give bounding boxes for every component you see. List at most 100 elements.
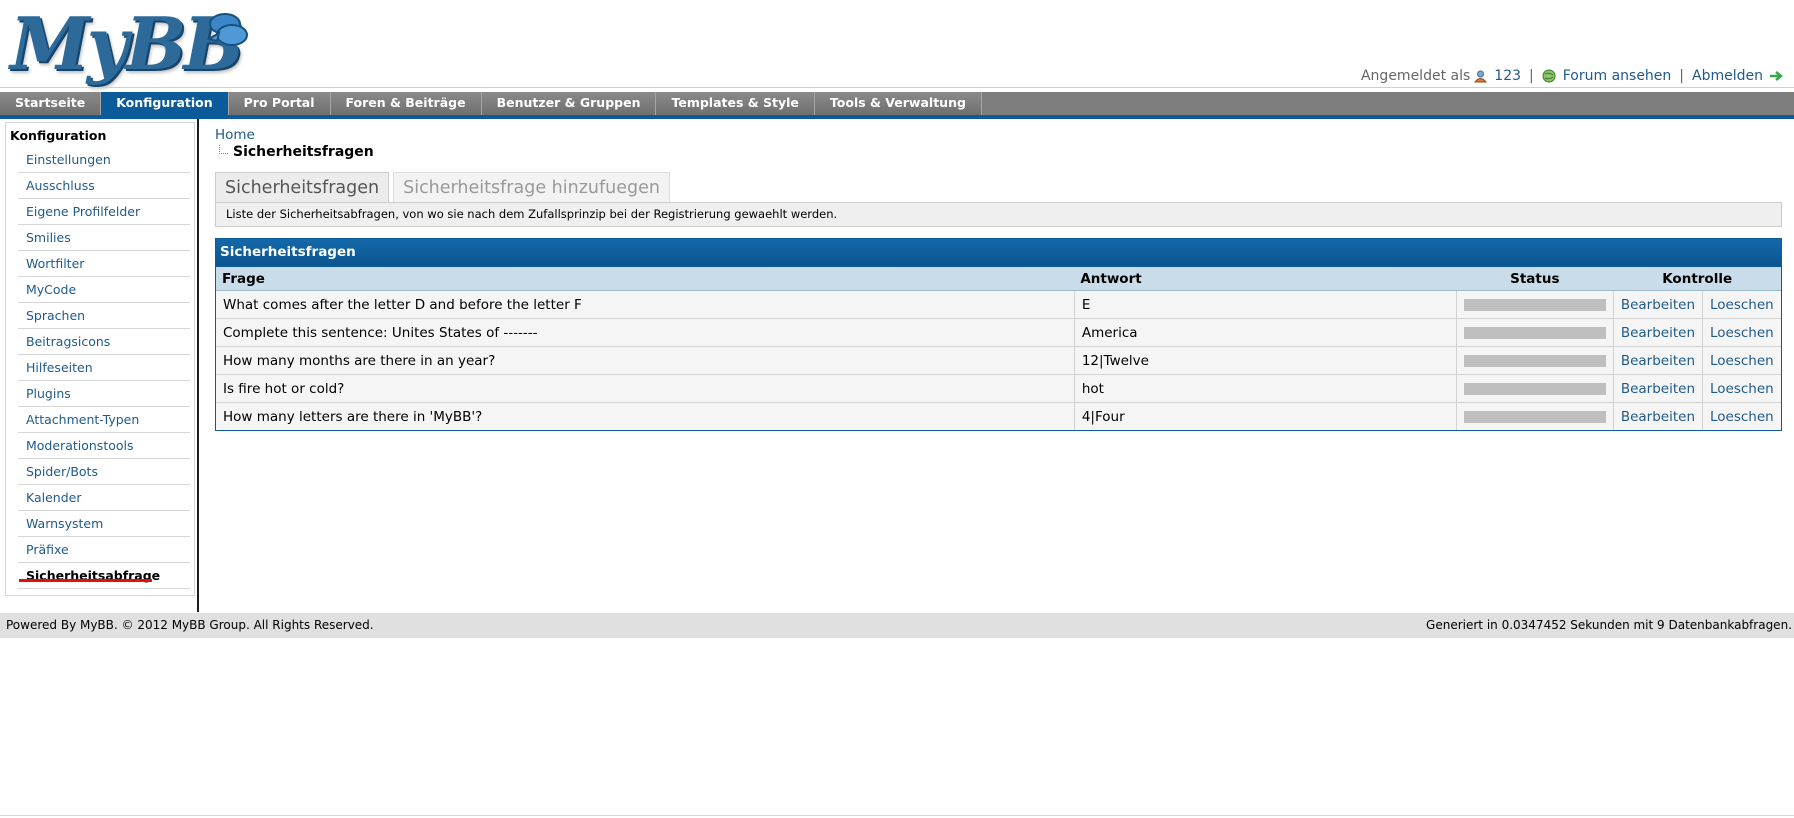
table-row: How many months are there in an year? 12…: [216, 346, 1781, 375]
sidebar-item-label[interactable]: Sprachen: [26, 308, 85, 323]
header-divider: [0, 87, 1794, 88]
status-cell: [1455, 374, 1614, 403]
status-cell: [1455, 346, 1614, 375]
logged-in-label: Angemeldet als: [1360, 68, 1471, 84]
tab-sicherheitsfrage-hinzufuegen[interactable]: Sicherheitsfrage hinzufuegen: [393, 172, 670, 202]
sidebar-item-kalender[interactable]: Kalender: [18, 485, 190, 511]
sidebar-item-label[interactable]: Attachment-Typen: [26, 412, 139, 427]
sidebar-item-attachment-typen[interactable]: Attachment-Typen: [18, 407, 190, 433]
sidebar-item-hilfeseiten[interactable]: Hilfeseiten: [18, 355, 190, 381]
main-menu: Startseite Konfiguration Pro Portal Fore…: [0, 92, 1794, 119]
header-answer: Antwort: [1074, 266, 1457, 291]
sidebar-item-label[interactable]: Plugins: [26, 386, 71, 401]
table-row: What comes after the letter D and before…: [216, 290, 1781, 319]
mybb-logo[interactable]: MyBB: [8, 5, 248, 83]
tab-description: Liste der Sicherheitsabfragen, von wo si…: [215, 202, 1782, 227]
question-cell: Is fire hot or cold?: [216, 374, 1075, 403]
sidebar-item-plugins[interactable]: Plugins: [18, 381, 190, 407]
sidebar-item-label[interactable]: Präfixe: [26, 542, 69, 557]
sidebar-item-profilfelder[interactable]: Eigene Profilfelder: [18, 199, 190, 225]
sidebar-menu: Konfiguration Einstellungen Ausschluss E…: [5, 122, 195, 596]
answer-cell: 12|Twelve: [1073, 346, 1457, 375]
question-cell: How many months are there in an year?: [216, 346, 1075, 375]
footer-stats: Generiert in 0.0347452 Sekunden mit 9 Da…: [1426, 618, 1792, 632]
sidebar-item-ausschluss[interactable]: Ausschluss: [18, 173, 190, 199]
username-link[interactable]: 123: [1494, 68, 1521, 84]
tab-konfiguration[interactable]: Konfiguration: [101, 92, 229, 115]
sidebar-item-label[interactable]: Beitragsicons: [26, 334, 110, 349]
header-controls: Kontrolle: [1613, 266, 1781, 291]
edit-link[interactable]: Bearbeiten: [1621, 409, 1695, 425]
sidebar-item-beitragsicons[interactable]: Beitragsicons: [18, 329, 190, 355]
main-content: Home Sicherheitsfragen Sicherheitsfragen…: [215, 127, 1782, 431]
table-row: How many letters are there in 'MyBB'? 4|…: [216, 402, 1781, 430]
status-indicator: [1463, 410, 1606, 423]
breadcrumb: Home Sicherheitsfragen: [215, 127, 1782, 160]
sidebar-item-label[interactable]: Hilfeseiten: [26, 360, 93, 375]
tab-templates-style[interactable]: Templates & Style: [656, 92, 815, 115]
sidebar-item-label[interactable]: Einstellungen: [26, 152, 111, 167]
breadcrumb-home[interactable]: Home: [215, 127, 255, 143]
status-indicator: [1463, 298, 1606, 311]
header-status: Status: [1456, 266, 1614, 291]
sidebar-item-wortfilter[interactable]: Wortfilter: [18, 251, 190, 277]
user-bar: Angemeldet als 123 | Forum ansehen | Abm…: [1361, 68, 1786, 84]
table-row: Is fire hot or cold? hot Bearbeiten Loes…: [216, 374, 1781, 403]
edit-link[interactable]: Bearbeiten: [1621, 325, 1695, 341]
sidebar-item-label[interactable]: Smilies: [26, 230, 71, 245]
edit-link[interactable]: Bearbeiten: [1621, 353, 1695, 369]
tab-foren-beitraege[interactable]: Foren & Beiträge: [330, 92, 482, 115]
tab-pro-portal[interactable]: Pro Portal: [228, 92, 331, 115]
sidebar-item-label[interactable]: Wortfilter: [26, 256, 84, 271]
delete-link[interactable]: Loeschen: [1710, 381, 1774, 397]
sidebar-title: Konfiguration: [10, 128, 107, 143]
delete-link[interactable]: Loeschen: [1710, 353, 1774, 369]
tab-benutzer-gruppen[interactable]: Benutzer & Gruppen: [481, 92, 657, 115]
sidebar-item-label[interactable]: Warnsystem: [26, 516, 103, 531]
footer-copyright: Powered By MyBB. © 2012 MyBB Group. All …: [6, 618, 374, 632]
sidebar-item-label[interactable]: Ausschluss: [26, 178, 95, 193]
sidebar-item-warnsystem[interactable]: Warnsystem: [18, 511, 190, 537]
answer-cell: America: [1073, 318, 1457, 347]
tab-startseite[interactable]: Startseite: [0, 92, 102, 115]
sidebar-item-label[interactable]: Eigene Profilfelder: [26, 204, 140, 219]
sidebar-item-sprachen[interactable]: Sprachen: [18, 303, 190, 329]
sidebar-item-spider-bots[interactable]: Spider/Bots: [18, 459, 190, 485]
sidebar-item-moderationstools[interactable]: Moderationstools: [18, 433, 190, 459]
sidebar-item-smilies[interactable]: Smilies: [18, 225, 190, 251]
sidebar-item-praefixe[interactable]: Präfixe: [18, 537, 190, 563]
edit-link[interactable]: Bearbeiten: [1621, 297, 1695, 313]
answer-cell: E: [1073, 290, 1457, 319]
active-item-underline: [19, 579, 152, 582]
delete-link[interactable]: Loeschen: [1710, 325, 1774, 341]
sidebar-item-sicherheitsabfrage[interactable]: Sicherheitsabfrage: [18, 563, 190, 589]
user-icon: [1474, 70, 1488, 82]
header: MyBB Angemeldet als 123 | Forum ansehen …: [0, 0, 1794, 90]
sidebar: Konfiguration Einstellungen Ausschluss E…: [0, 119, 199, 612]
tab-tools-verwaltung[interactable]: Tools & Verwaltung: [814, 92, 982, 115]
sidebar-item-label[interactable]: Spider/Bots: [26, 464, 98, 479]
answer-cell: 4|Four: [1073, 402, 1457, 430]
logout-link[interactable]: Abmelden: [1692, 68, 1763, 84]
question-cell: Complete this sentence: Unites States of…: [216, 318, 1075, 347]
delete-link[interactable]: Loeschen: [1710, 297, 1774, 313]
answer-cell: hot: [1073, 374, 1457, 403]
header-question: Frage: [216, 266, 1075, 291]
sidebar-item-label[interactable]: Moderationstools: [26, 438, 134, 453]
sidebar-item-label[interactable]: Kalender: [26, 490, 82, 505]
sidebar-item-einstellungen[interactable]: Einstellungen: [18, 147, 190, 173]
view-forum-link[interactable]: Forum ansehen: [1563, 68, 1672, 84]
sidebar-item-mycode[interactable]: MyCode: [18, 277, 190, 303]
table-header-row: Frage Antwort Status Kontrolle: [216, 266, 1781, 291]
sidebar-item-label[interactable]: MyCode: [26, 282, 76, 297]
edit-link[interactable]: Bearbeiten: [1621, 381, 1695, 397]
delete-link[interactable]: Loeschen: [1710, 409, 1774, 425]
separator: |: [1529, 68, 1534, 84]
status-cell: [1455, 318, 1614, 347]
table-row: Complete this sentence: Unites States of…: [216, 318, 1781, 347]
table-title: Sicherheitsfragen: [216, 239, 1781, 266]
tab-sicherheitsfragen[interactable]: Sicherheitsfragen: [215, 172, 390, 202]
subtabs: Sicherheitsfragen Sicherheitsfrage hinzu…: [215, 172, 1782, 202]
tree-elbow-icon: [219, 144, 228, 154]
question-cell: What comes after the letter D and before…: [216, 290, 1075, 319]
